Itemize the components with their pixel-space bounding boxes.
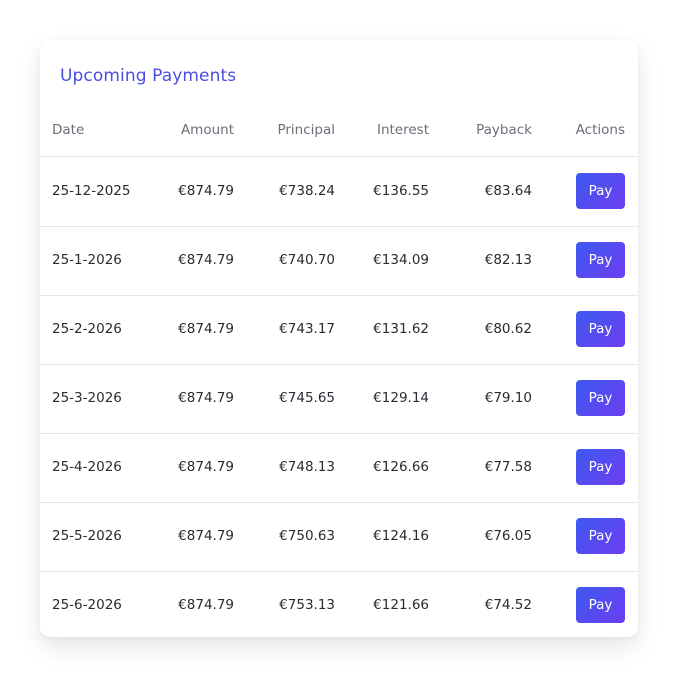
cell-payback: €79.10 [484,390,532,406]
cell-interest: €131.62 [373,321,429,337]
table-row: 25-6-2026 €874.79 €753.13 €121.66 €74.52 Pay [40,571,638,637]
cell-principal: €750.63 [279,528,335,544]
cell-principal: €753.13 [279,597,335,613]
pay-button[interactable]: Pay [576,449,625,485]
cell-payback: €77.58 [484,459,532,475]
table-row: 25-5-2026 €874.79 €750.63 €124.16 €76.05 Pay [40,502,638,572]
pay-button[interactable]: Pay [576,173,625,209]
cell-interest: €129.14 [373,390,429,406]
cell-principal: €740.70 [279,252,335,268]
table-header: Date Amount Principal Interest Payback A… [40,120,638,157]
cell-principal: €748.13 [279,459,335,475]
cell-date: 25-12-2025 [52,183,131,199]
header-principal: Principal [277,122,335,138]
table-row: 25-1-2026 €874.79 €740.70 €134.09 €82.13 Pay [40,226,638,296]
header-payback: Payback [476,122,532,138]
cell-principal: €745.65 [279,390,335,406]
cell-amount: €874.79 [178,252,234,268]
cell-interest: €134.09 [373,252,429,268]
header-amount: Amount [180,122,234,138]
cell-amount: €874.79 [178,321,234,337]
cell-payback: €82.13 [484,252,532,268]
cell-interest: €121.66 [373,597,429,613]
cell-amount: €874.79 [178,183,234,199]
cell-date: 25-4-2026 [52,459,122,475]
pay-button[interactable]: Pay [576,311,625,347]
header-actions: Actions [575,122,625,138]
cell-interest: €126.66 [373,459,429,475]
cell-amount: €874.79 [178,459,234,475]
header-date: Date [52,122,85,138]
cell-date: 25-1-2026 [52,252,122,268]
table-row: 25-12-2025 €874.79 €738.24 €136.55 €83.64 Pay [40,157,638,227]
pay-button[interactable]: Pay [576,242,625,278]
pay-button[interactable]: Pay [576,518,625,554]
card-title: Upcoming Payments [60,66,237,86]
pay-button[interactable]: Pay [576,587,625,623]
cell-payback: €76.05 [484,528,532,544]
cell-date: 25-5-2026 [52,528,122,544]
cell-amount: €874.79 [178,528,234,544]
cell-payback: €74.52 [484,597,532,613]
cell-payback: €80.62 [484,321,532,337]
cell-interest: €136.55 [373,183,429,199]
upcoming-payments-card: Upcoming Payments Date Amount Principal … [40,40,638,637]
cell-date: 25-3-2026 [52,390,122,406]
cell-amount: €874.79 [178,390,234,406]
cell-principal: €738.24 [279,183,335,199]
cell-date: 25-2-2026 [52,321,122,337]
pay-button[interactable]: Pay [576,380,625,416]
table-row: 25-3-2026 €874.79 €745.65 €129.14 €79.10 Pay [40,364,638,434]
table-row: 25-2-2026 €874.79 €743.17 €131.62 €80.62 Pay [40,295,638,365]
header-interest: Interest [376,122,429,138]
cell-payback: €83.64 [484,183,532,199]
cell-interest: €124.16 [373,528,429,544]
cell-principal: €743.17 [279,321,335,337]
cell-amount: €874.79 [178,597,234,613]
table-row: 25-4-2026 €874.79 €748.13 €126.66 €77.58 Pay [40,433,638,503]
cell-date: 25-6-2026 [52,597,122,613]
